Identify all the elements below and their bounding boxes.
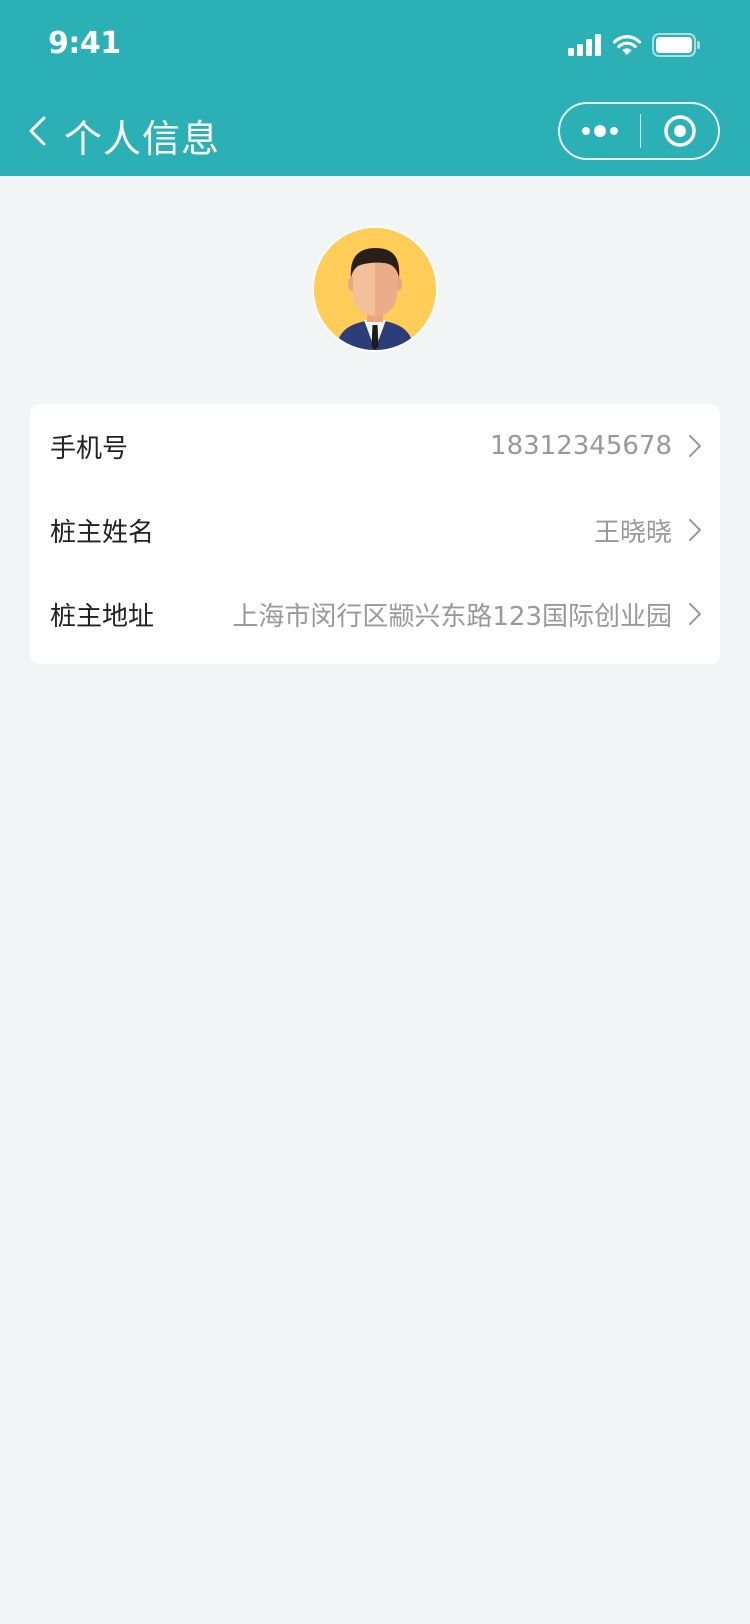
battery-icon <box>652 33 700 57</box>
owner-name-row[interactable]: 桩主姓名 王晓晓 <box>30 488 720 572</box>
owner-name-label: 桩主姓名 <box>50 517 155 548</box>
chevron-left-icon <box>29 116 46 146</box>
phone-value: 18312345678 <box>490 431 672 461</box>
status-icons <box>568 28 700 62</box>
signal-icon <box>568 34 601 56</box>
top-header: 9:41 个人信息 <box>0 0 750 176</box>
page-title: 个人信息 <box>64 117 221 161</box>
chevron-right-icon <box>689 519 701 541</box>
chevron-right-icon <box>689 435 701 457</box>
info-card: 手机号 18312345678 桩主姓名 王晓晓 桩主地址 上海市闵行区颛兴东路… <box>30 404 720 664</box>
wifi-icon <box>612 35 642 55</box>
close-miniprogram-button[interactable] <box>641 104 718 158</box>
more-dots-icon <box>582 125 618 137</box>
back-button[interactable] <box>24 112 52 150</box>
user-avatar-icon <box>314 228 436 350</box>
owner-name-value: 王晓晓 <box>593 517 672 548</box>
miniprogram-capsule <box>558 102 720 160</box>
phone-row[interactable]: 手机号 18312345678 <box>30 404 720 488</box>
user-avatar[interactable] <box>312 226 438 352</box>
phone-label: 手机号 <box>50 433 129 464</box>
owner-address-value: 上海市闵行区颛兴东路123国际创业园 <box>232 601 672 632</box>
owner-address-label: 桩主地址 <box>50 601 155 632</box>
owner-address-row[interactable]: 桩主地址 上海市闵行区颛兴东路123国际创业园 <box>30 572 720 656</box>
target-circle-icon <box>663 115 696 147</box>
more-button[interactable] <box>560 104 640 158</box>
chevron-right-icon <box>689 603 701 625</box>
status-time: 9:41 <box>48 26 121 61</box>
